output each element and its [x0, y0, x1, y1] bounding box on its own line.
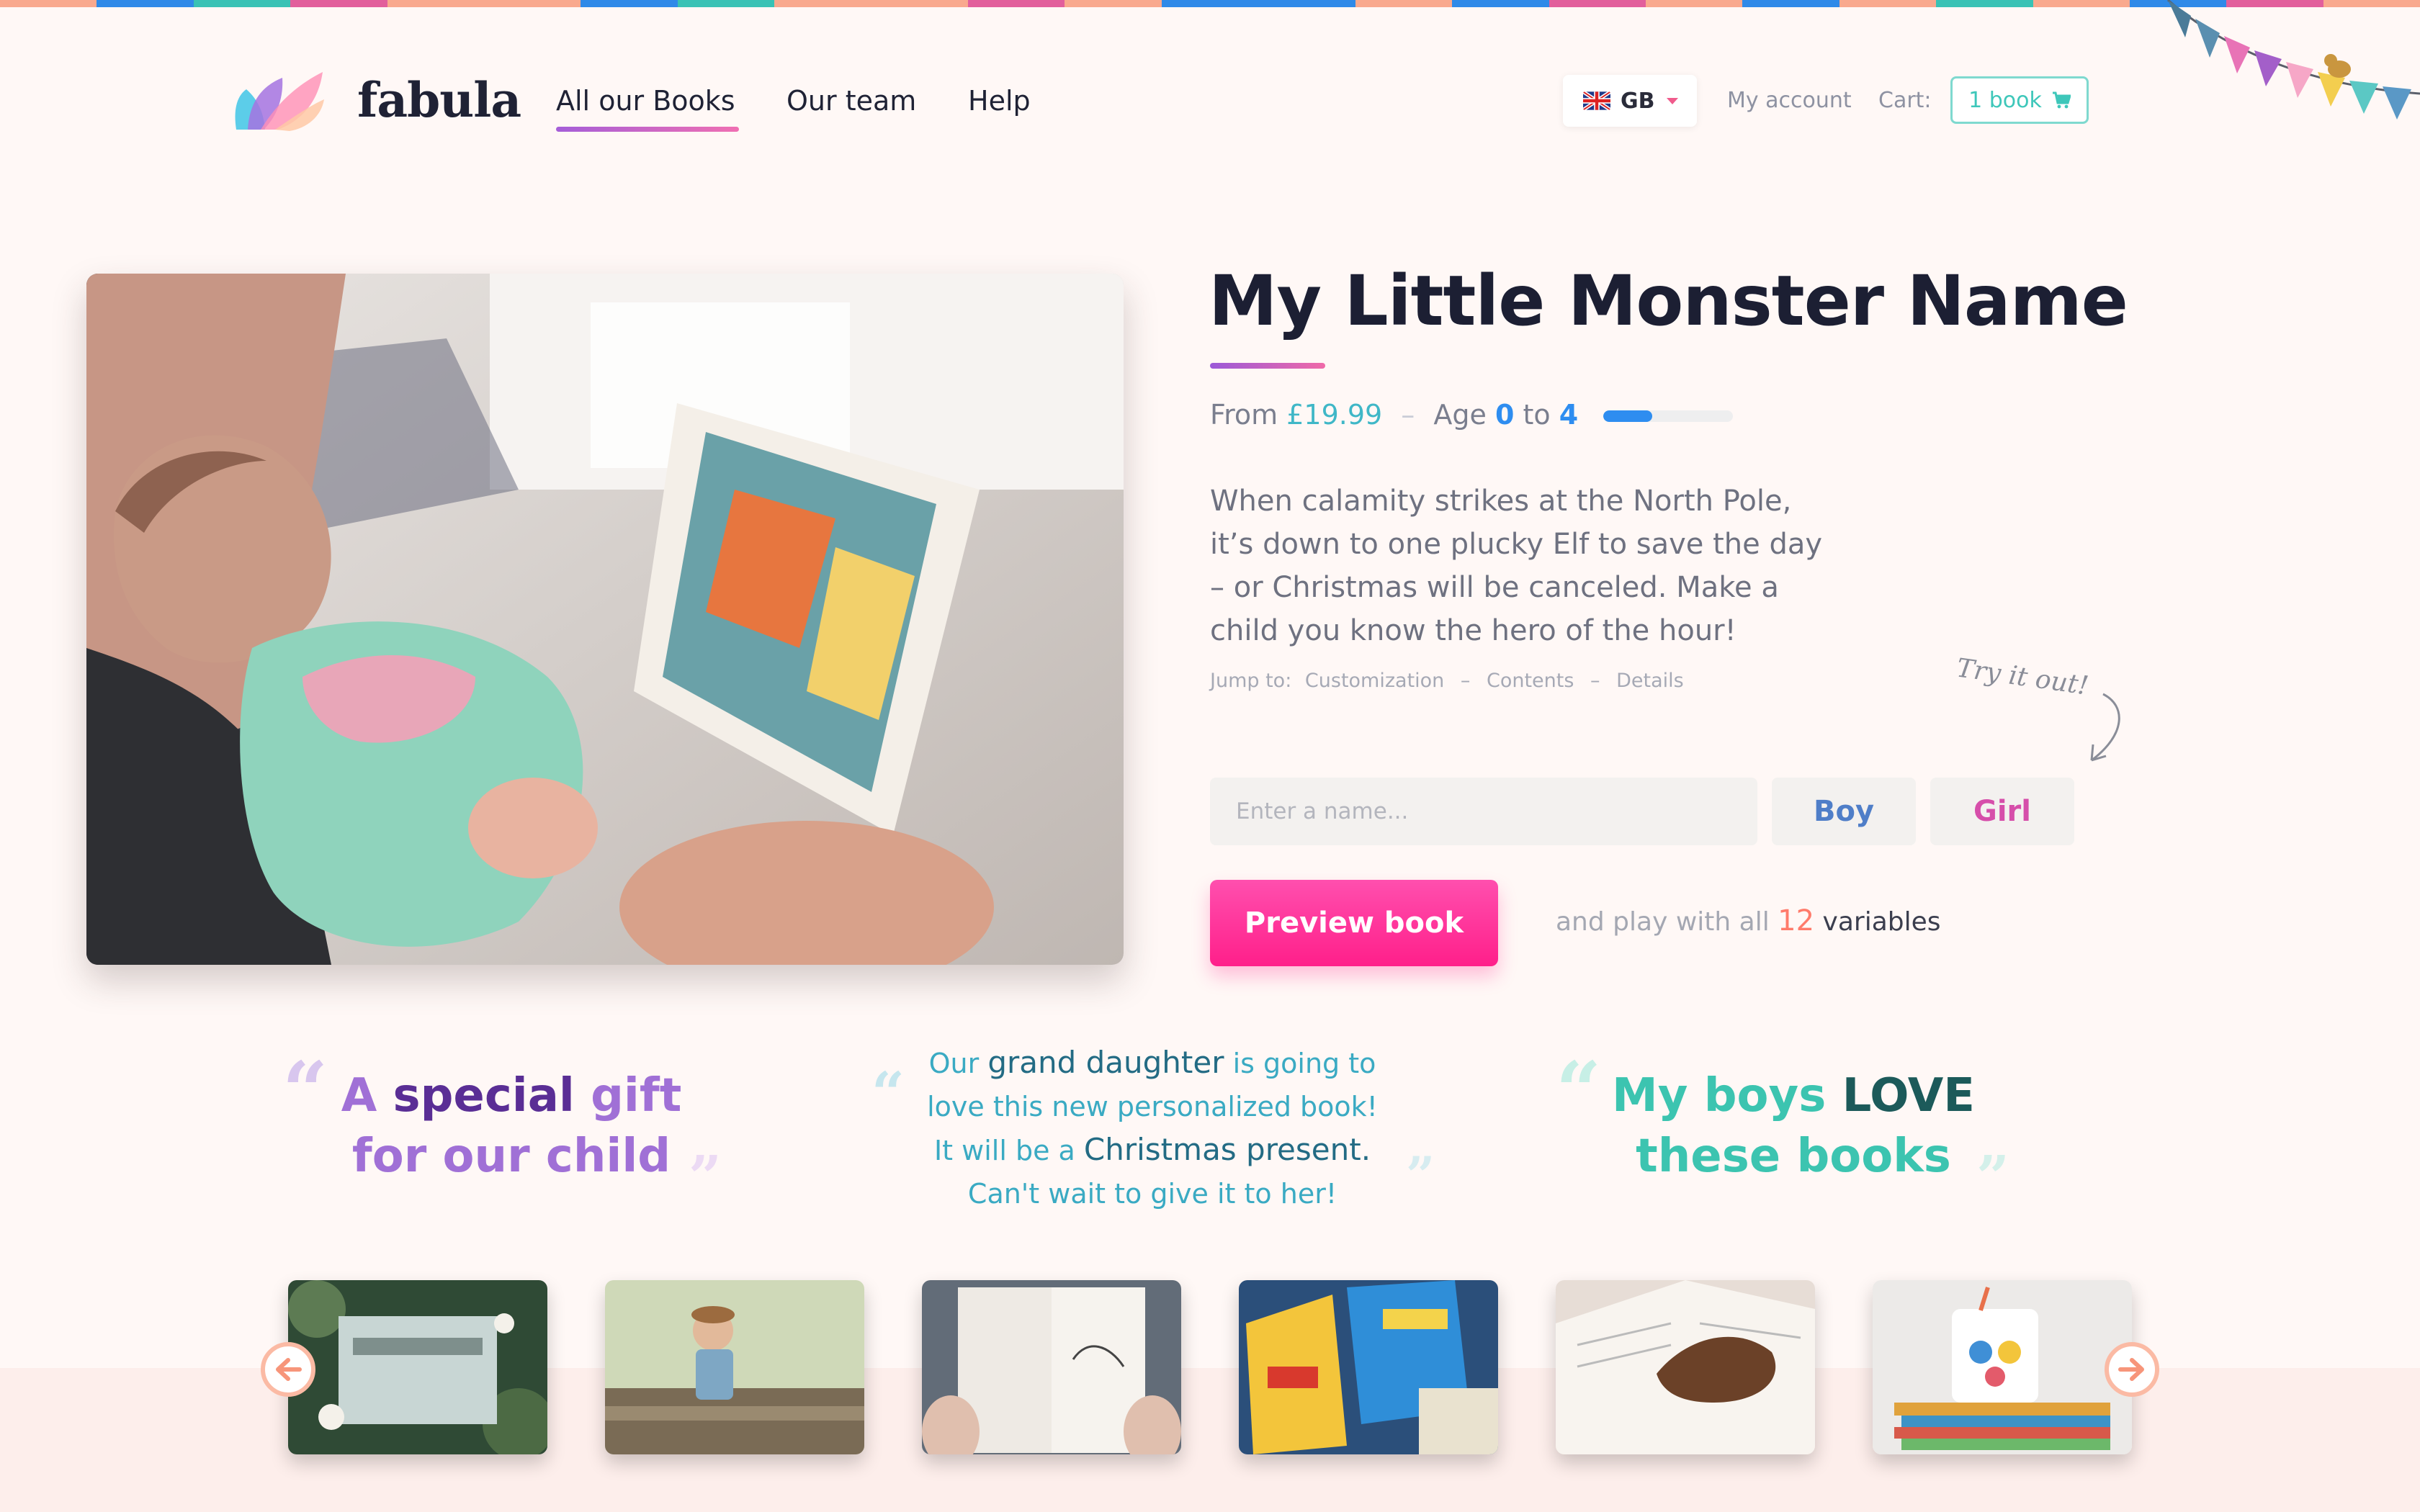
chevron-down-icon — [1667, 98, 1678, 104]
age-max: 4 — [1559, 399, 1579, 431]
age-min: 0 — [1494, 399, 1515, 431]
curved-arrow-icon — [2090, 693, 2120, 762]
cart-icon — [2052, 91, 2071, 109]
arrow-right-icon — [2118, 1358, 2144, 1381]
variables-count: 12 — [1778, 904, 1815, 937]
hero-photo — [86, 274, 1124, 965]
gallery-next-button[interactable] — [2105, 1342, 2159, 1397]
jump-links: Jump to: Customization – Contents – Deta… — [1210, 670, 1684, 692]
gallery-thumb[interactable] — [922, 1280, 1181, 1454]
nav-our-team[interactable]: Our team — [786, 85, 916, 117]
age-range-fill — [1603, 410, 1653, 422]
product-meta: From £19.99 – Age 0 to 4 — [1210, 399, 1579, 431]
bunting-decoration — [2167, 0, 2420, 120]
testimonial-1: A special gift for our child — [341, 1069, 682, 1183]
nav-active-underline — [556, 127, 739, 132]
cart-label: Cart: — [1878, 88, 1932, 113]
variables-note: and play with all 12 variables — [1556, 904, 1941, 937]
my-account-link[interactable]: My account — [1727, 88, 1852, 113]
gallery-thumb[interactable] — [1239, 1280, 1498, 1454]
child-name-input[interactable] — [1210, 778, 1757, 845]
price-value: £19.99 — [1286, 399, 1383, 431]
price-prefix: From — [1210, 399, 1287, 431]
brand-name[interactable]: fabula — [357, 72, 521, 128]
title-underline — [1210, 363, 1325, 369]
gallery-thumb[interactable] — [1873, 1280, 2132, 1454]
nav-help[interactable]: Help — [968, 85, 1031, 117]
quote-close-icon: ” — [1976, 1143, 2010, 1210]
uk-flag-icon — [1583, 91, 1610, 110]
arrow-left-icon — [276, 1358, 302, 1381]
cart-button[interactable]: 1 book — [1950, 76, 2089, 124]
preview-book-button[interactable]: Preview book — [1210, 880, 1498, 966]
age-label: Age — [1433, 399, 1487, 431]
top-color-stripe — [0, 0, 2420, 7]
jump-details-link[interactable]: Details — [1616, 670, 1684, 692]
gallery-thumb[interactable] — [288, 1280, 547, 1454]
product-title: My Little Monster Name — [1209, 261, 2128, 341]
fabula-logo-icon[interactable] — [232, 68, 326, 134]
quote-close-icon: ” — [1406, 1146, 1435, 1205]
gallery-thumb[interactable] — [1556, 1280, 1815, 1454]
quote-close-icon: ” — [689, 1143, 722, 1210]
testimonial-3: My boys LOVE these books — [1612, 1069, 1975, 1183]
gallery-prev-button[interactable] — [261, 1342, 315, 1397]
girl-button[interactable]: Girl — [1930, 778, 2074, 845]
try-it-note: Try it out! — [1955, 653, 2091, 701]
nav-all-books[interactable]: All our Books — [556, 85, 735, 117]
age-range-bar — [1603, 410, 1733, 422]
gallery-thumb[interactable] — [605, 1280, 864, 1454]
cart-count: 1 book — [1968, 87, 2042, 113]
boy-button[interactable]: Boy — [1772, 778, 1916, 845]
variables-prefix: and play with all — [1556, 907, 1770, 937]
age-to: to — [1523, 399, 1551, 431]
variables-suffix: variables — [1822, 907, 1941, 937]
jump-contents-link[interactable]: Contents — [1487, 670, 1574, 692]
language-value: GB — [1621, 88, 1655, 114]
product-description: When calamity strikes at the North Pole,… — [1210, 485, 1823, 647]
testimonial-2: Our grand daughter is going to love this… — [927, 1045, 1378, 1210]
language-select[interactable]: GB — [1563, 75, 1697, 127]
jump-label: Jump to: — [1210, 670, 1292, 692]
jump-customization-link[interactable]: Customization — [1305, 670, 1444, 692]
